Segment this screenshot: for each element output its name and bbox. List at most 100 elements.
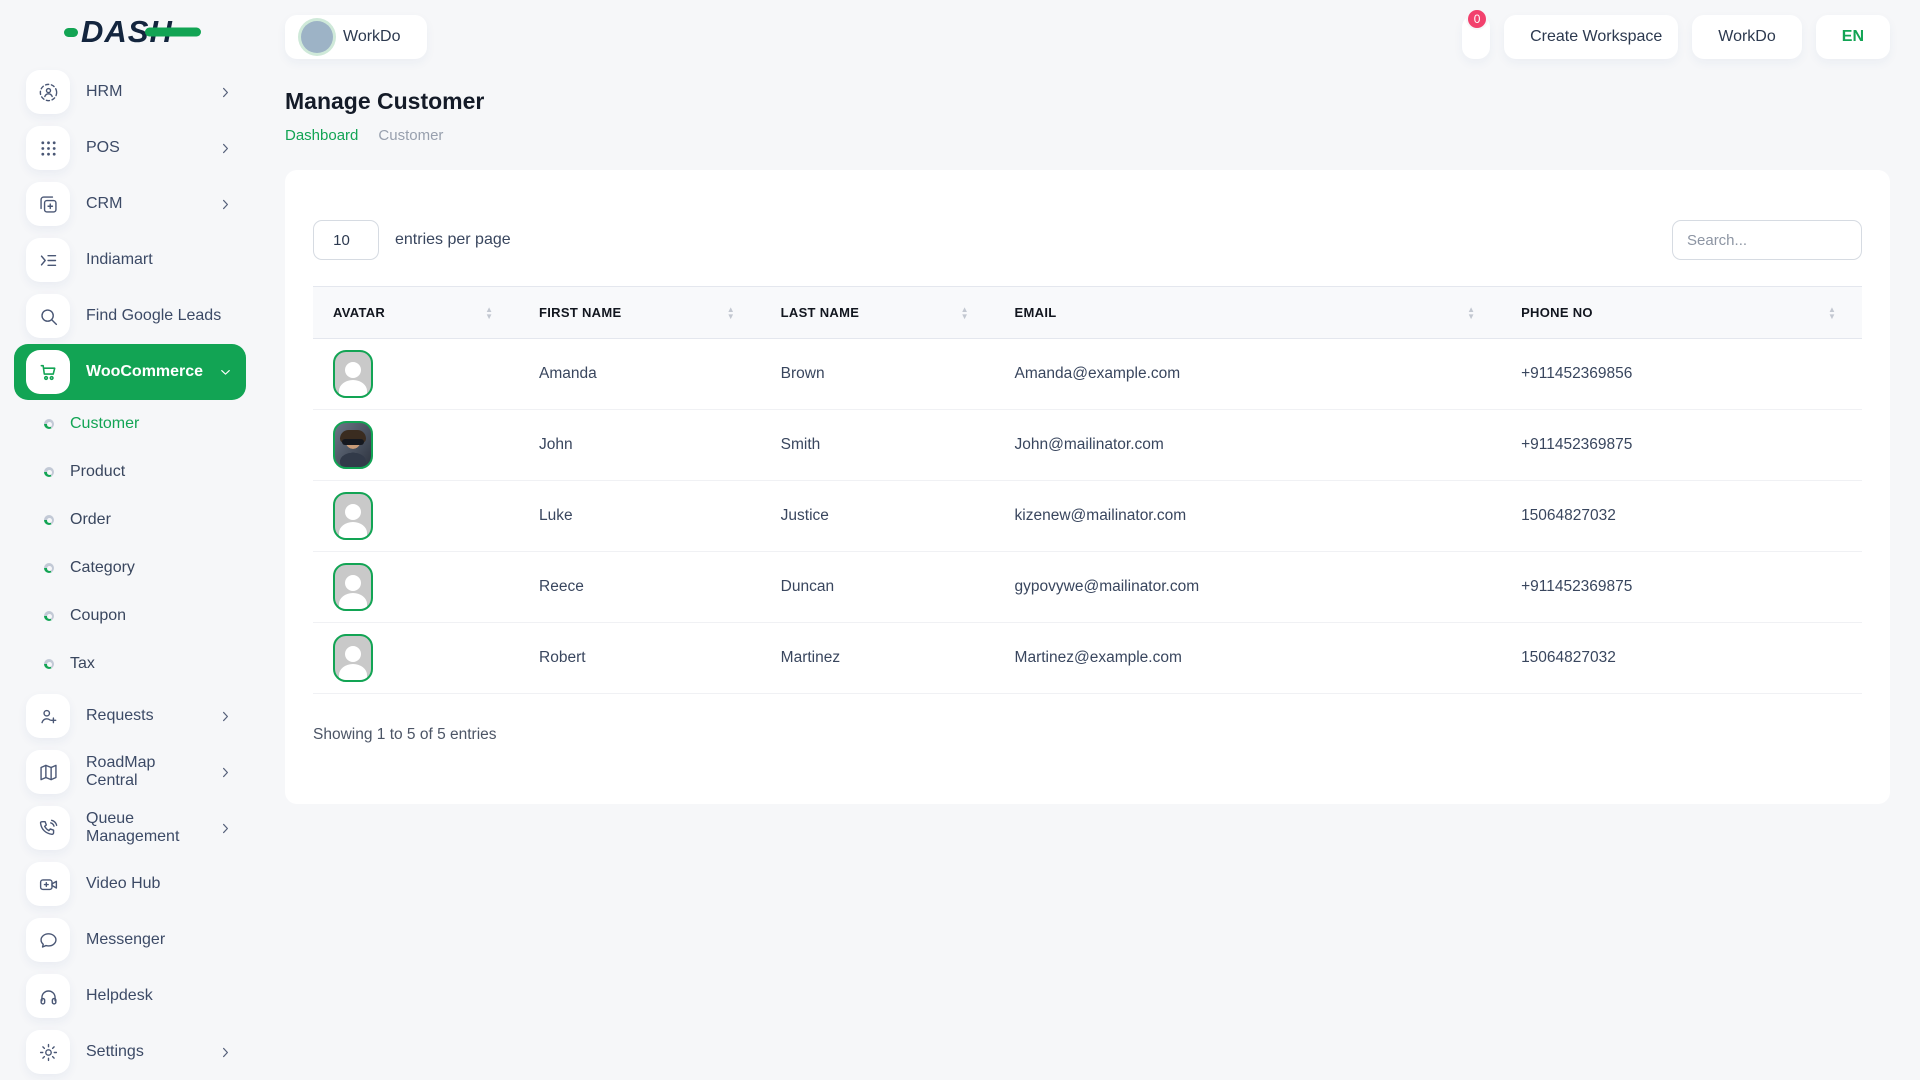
- main-area: WorkDo 0 Create Workspace WorkDo: [260, 0, 1920, 1080]
- video-camera-icon: [26, 862, 70, 906]
- messages-badge: 0: [1466, 8, 1488, 30]
- sidebar-item-label: Messenger: [86, 931, 232, 949]
- column-header-email[interactable]: EMAIL▲▼: [995, 305, 1502, 320]
- email-cell: John@mailinator.com: [995, 436, 1502, 454]
- chevron-down-icon: [219, 366, 232, 379]
- first-name-cell: Reece: [519, 578, 761, 596]
- create-workspace-label: Create Workspace: [1530, 28, 1662, 46]
- customer-avatar-placeholder: [333, 563, 373, 611]
- sidebar-item-label: RoadMap Central: [86, 754, 203, 790]
- table-row: LukeJusticekizenew@mailinator.com1506482…: [313, 481, 1862, 552]
- gear-icon: [26, 1030, 70, 1074]
- avatar-cell: [313, 350, 519, 398]
- table-row: ReeceDuncangypovywe@mailinator.com+91145…: [313, 552, 1862, 623]
- table-row: AmandaBrownAmanda@example.com+9114523698…: [313, 339, 1862, 410]
- table-row: JohnSmithJohn@mailinator.com+91145236987…: [313, 410, 1862, 481]
- table-controls: 10 entries per page: [313, 220, 1862, 260]
- customer-table-card: 10 entries per page AVATAR▲▼FIRST NAME▲▼…: [285, 170, 1890, 804]
- page-size-value: 10: [333, 232, 350, 249]
- sidebar-subitem-tax[interactable]: Tax: [14, 640, 246, 688]
- sidebar-item-label: Requests: [86, 707, 203, 725]
- last-name-cell: Smith: [761, 436, 995, 454]
- messages-button[interactable]: 0: [1462, 15, 1490, 59]
- page-size-select[interactable]: 10: [313, 220, 379, 260]
- cart-icon: [26, 350, 70, 394]
- map-icon: [26, 750, 70, 794]
- customer-table: AVATAR▲▼FIRST NAME▲▼LAST NAME▲▼EMAIL▲▼PH…: [313, 286, 1862, 694]
- email-cell: Amanda@example.com: [995, 365, 1502, 383]
- hrm-icon: [26, 70, 70, 114]
- sidebar-subitem-label: Order: [70, 511, 111, 529]
- sort-icon: ▲▼: [1828, 306, 1836, 320]
- bullet-icon: [44, 467, 54, 477]
- page-title: Manage Customer: [285, 88, 1890, 115]
- breadcrumb-current: Customer: [378, 127, 443, 144]
- app-root: DASH HRM POSCRM Indiamart Find Google Leads…: [0, 0, 1920, 1080]
- sidebar-subitem-product[interactable]: Product: [14, 448, 246, 496]
- workspace-menu-label: WorkDo: [1718, 28, 1776, 46]
- email-cell: gypovywe@mailinator.com: [995, 578, 1502, 596]
- brand-logo[interactable]: DASH: [0, 0, 260, 64]
- workspace-switcher[interactable]: WorkDo: [285, 15, 427, 59]
- phone-cell: +911452369875: [1501, 578, 1862, 596]
- sidebar-item-indiamart[interactable]: Indiamart: [14, 232, 246, 288]
- sidebar-item-label: HRM: [86, 83, 203, 101]
- column-header-phone-no[interactable]: PHONE NO▲▼: [1501, 305, 1862, 320]
- sidebar-subitem-coupon[interactable]: Coupon: [14, 592, 246, 640]
- sidebar-nav: HRM POSCRM Indiamart Find Google Leads WooCo…: [0, 64, 260, 1080]
- sidebar-item-label: Helpdesk: [86, 987, 232, 1005]
- phone-cell: +911452369875: [1501, 436, 1862, 454]
- sidebar-item-label: Settings: [86, 1043, 203, 1061]
- sidebar-subitem-label: Product: [70, 463, 125, 481]
- chevron-right-icon: [219, 822, 232, 835]
- column-header-first-name[interactable]: FIRST NAME▲▼: [519, 305, 761, 320]
- building-icon: [301, 21, 333, 53]
- sidebar-item-helpdesk[interactable]: Helpdesk: [14, 968, 246, 1024]
- crm-icon: [26, 182, 70, 226]
- sidebar-item-video-hub[interactable]: Video Hub: [14, 856, 246, 912]
- table-footer-summary: Showing 1 to 5 of 5 entries: [313, 726, 1862, 744]
- sidebar-item-roadmap-central[interactable]: RoadMap Central: [14, 744, 246, 800]
- entries-per-page-label: entries per page: [395, 231, 511, 249]
- workspace-menu-button[interactable]: WorkDo: [1692, 15, 1802, 59]
- sidebar-item-label: Find Google Leads: [86, 307, 232, 325]
- first-name-cell: Luke: [519, 507, 761, 525]
- avatar-cell: [313, 492, 519, 540]
- sidebar-item-hrm[interactable]: HRM: [14, 64, 246, 120]
- sidebar-subitem-label: Tax: [70, 655, 95, 673]
- chevron-right-icon: [219, 86, 232, 99]
- sidebar-subitem-customer[interactable]: Customer: [14, 400, 246, 448]
- page-content: Manage Customer Dashboard Customer 10 en…: [260, 64, 1920, 804]
- sidebar-item-label: Indiamart: [86, 251, 232, 269]
- column-header-avatar[interactable]: AVATAR▲▼: [313, 305, 519, 320]
- column-header-last-name[interactable]: LAST NAME▲▼: [761, 305, 995, 320]
- search-input[interactable]: [1672, 220, 1862, 260]
- chevron-right-icon: [219, 198, 232, 211]
- create-workspace-button[interactable]: Create Workspace: [1504, 15, 1678, 59]
- sort-icon: ▲▼: [485, 306, 493, 320]
- sidebar: DASH HRM POSCRM Indiamart Find Google Leads…: [0, 0, 260, 1080]
- sidebar-item-messenger[interactable]: Messenger: [14, 912, 246, 968]
- sidebar-item-settings[interactable]: Settings: [14, 1024, 246, 1080]
- sidebar-item-requests[interactable]: Requests: [14, 688, 246, 744]
- breadcrumb-dashboard-link[interactable]: Dashboard: [285, 127, 358, 144]
- avatar-cell: [313, 563, 519, 611]
- sidebar-subitem-order[interactable]: Order: [14, 496, 246, 544]
- sidebar-item-woocommerce[interactable]: WooCommerce: [14, 344, 246, 400]
- sidebar-item-pos[interactable]: POS: [14, 120, 246, 176]
- sidebar-subitem-category[interactable]: Category: [14, 544, 246, 592]
- sidebar-item-queue-management[interactable]: Queue Management: [14, 800, 246, 856]
- sidebar-item-label: Video Hub: [86, 875, 232, 893]
- language-selector[interactable]: EN: [1816, 15, 1890, 59]
- email-cell: Martinez@example.com: [995, 649, 1502, 667]
- bullet-icon: [44, 563, 54, 573]
- sidebar-item-crm[interactable]: CRM: [14, 176, 246, 232]
- headphones-icon: [26, 974, 70, 1018]
- dash-logo-icon: DASH: [64, 14, 173, 50]
- customer-avatar-photo: [333, 421, 373, 469]
- avatar-cell: [313, 421, 519, 469]
- chevron-right-icon: [219, 142, 232, 155]
- sidebar-item-find-google-leads[interactable]: Find Google Leads: [14, 288, 246, 344]
- indiamart-list-icon: [26, 238, 70, 282]
- sidebar-item-label: Queue Management: [86, 810, 203, 846]
